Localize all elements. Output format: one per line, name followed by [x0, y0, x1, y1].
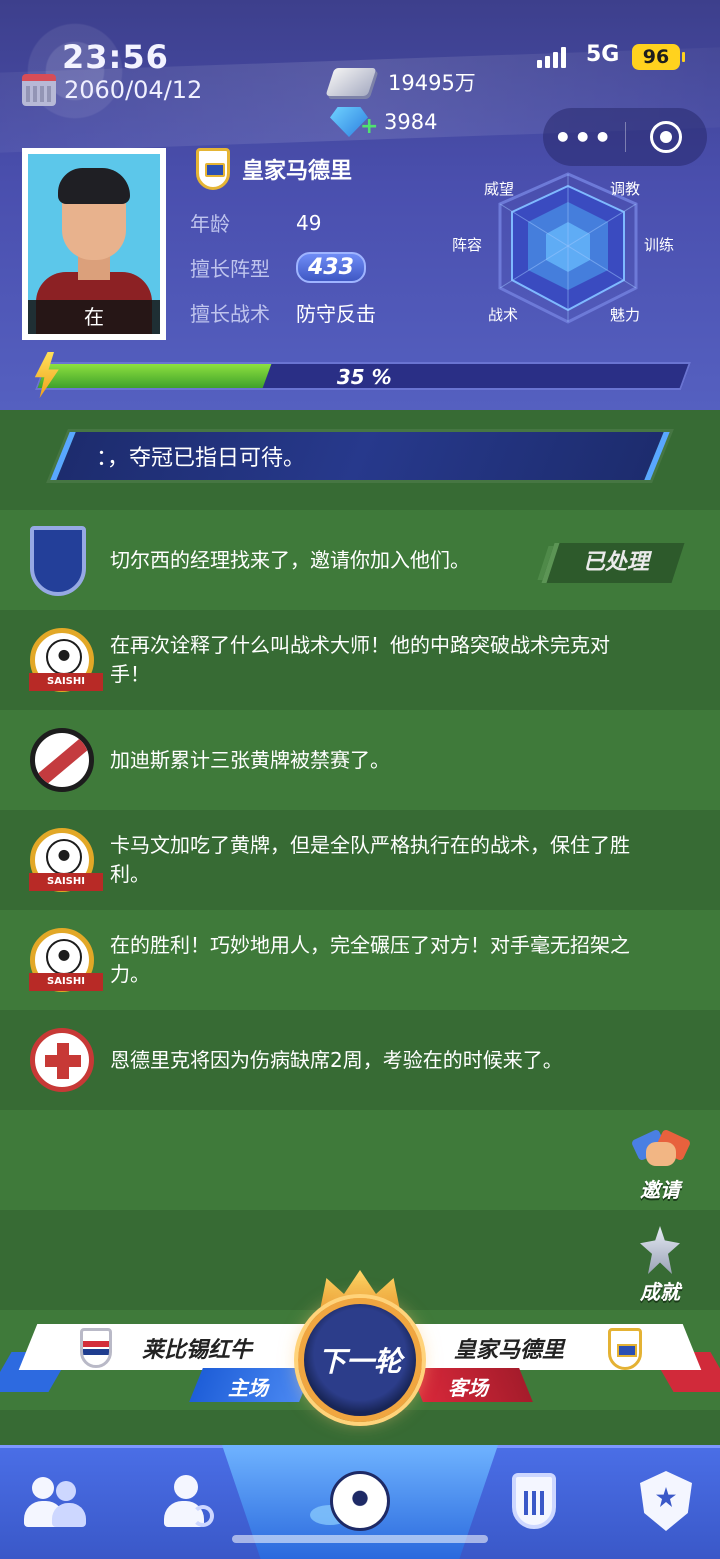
news-text: 加迪斯累计三张黄牌被禁赛了。 — [110, 747, 390, 772]
news-item[interactable]: SAISHI 在的胜利！巧妙地用人，完全碾压了对方！对手毫无招架之力。 — [0, 910, 720, 1010]
news-icon-container: SAISHI — [29, 928, 103, 996]
news-item[interactable]: SAISHI 卡马文加吃了黄牌，但是全队严格执行在的战术，保住了胜利。 — [0, 810, 720, 910]
more-button[interactable]: ••• — [543, 121, 625, 154]
away-team-crest-icon — [608, 1328, 642, 1370]
away-tag: 客场 — [448, 1376, 488, 1400]
trophy-star-icon — [628, 1226, 692, 1276]
news-icon-container: SAISHI — [29, 628, 103, 696]
tactic-label: 擅长战术 — [190, 302, 270, 326]
invite-button[interactable]: 邀请 — [620, 1124, 700, 1203]
achievement-label: 成就 — [640, 1280, 680, 1304]
team-crest-icon — [196, 148, 230, 190]
staff-tab-icon[interactable] — [148, 1465, 228, 1545]
avatar-name: 在 — [28, 300, 160, 334]
soccer-badge-icon: SAISHI — [29, 928, 103, 992]
news-item[interactable]: 恩德里克将因为伤病缺席2周，考验在的时候来了。 — [0, 1010, 720, 1110]
team-row: 皇家马德里 — [196, 148, 352, 190]
radar-label-prestige: 威望 — [484, 180, 515, 198]
next-round-label[interactable]: 下一轮 — [298, 1340, 422, 1380]
handshake-icon — [628, 1124, 692, 1174]
radar-label-lineup: 阵容 — [452, 236, 483, 254]
battery-level: 96 — [632, 44, 685, 70]
game-date: 2060/04/12 — [64, 76, 203, 104]
avatar-portrait: 在 — [28, 154, 160, 334]
medical-cross-icon — [30, 1028, 94, 1092]
saishi-ribbon: SAISHI — [29, 873, 103, 891]
headline-text: ：，夺冠已指日可待。 — [96, 446, 306, 471]
news-icon-container: SAISHI — [29, 828, 103, 896]
age-label: 年龄 — [190, 212, 230, 236]
money-value: 19495万 — [388, 71, 476, 95]
news-text: 卡马文加吃了黄牌，但是全队严格执行在的战术，保住了胜利。 — [110, 833, 630, 886]
gem-value: 3984 — [384, 110, 438, 134]
radar-label-training: 训练 — [644, 236, 675, 254]
money-row: 19495万 — [325, 62, 476, 102]
achievement-button[interactable]: 成就 — [620, 1226, 700, 1305]
soccer-badge-icon: SAISHI — [29, 828, 103, 892]
squad-tab-icon[interactable] — [16, 1465, 96, 1545]
radar-label-coaching: 调教 — [610, 180, 641, 198]
radar-label-tactics: 战术 — [488, 306, 519, 324]
formation-row: 擅长阵型 433 — [190, 252, 366, 283]
invite-label: 邀请 — [640, 1178, 680, 1202]
tactic-row: 擅长战术 防守反击 — [190, 298, 376, 327]
tactic-value: 防守反击 — [296, 302, 376, 326]
honor-tab-icon[interactable] — [626, 1465, 706, 1545]
news-item[interactable]: SAISHI 在再次诠释了什么叫战术大师！他的中路突破战术完克对手！ — [0, 610, 720, 710]
news-icon-container — [30, 1028, 98, 1096]
age-value: 49 — [296, 210, 322, 235]
avatar-hair — [58, 168, 130, 204]
formation-badge: 433 — [296, 252, 366, 283]
date-row: 2060/04/12 — [22, 74, 202, 106]
network-type: 5G — [586, 42, 620, 67]
experience-progress-bar: 35 % — [34, 362, 692, 390]
age-row: 年龄 49 — [190, 208, 321, 237]
currency-panel: 19495万 3984 — [325, 62, 476, 142]
close-target-button[interactable] — [626, 121, 708, 153]
shield-icon — [30, 526, 86, 596]
calendar-icon — [22, 74, 56, 106]
ban-icon — [30, 728, 94, 792]
news-text: 在再次诠释了什么叫战术大师！他的中路突破战术完克对手！ — [110, 633, 610, 686]
news-text: 在的胜利！巧妙地用人，完全碾压了对方！对手毫无招架之力。 — [110, 933, 630, 986]
mini-program-capsule: ••• — [543, 108, 707, 166]
saishi-ribbon: SAISHI — [29, 673, 103, 691]
team-name: 皇家马德里 — [242, 159, 353, 184]
money-icon — [325, 68, 377, 96]
news-icon-container — [30, 728, 98, 796]
target-icon — [650, 121, 683, 153]
gem-row[interactable]: 3984 — [330, 102, 476, 142]
radar-label-charm: 魅力 — [610, 306, 641, 324]
ability-radar[interactable]: 威望 调教 阵容 训练 战术 魅力 — [448, 168, 688, 328]
home-team-name: 莱比锡红牛 — [142, 1338, 253, 1363]
saishi-ribbon: SAISHI — [29, 973, 103, 991]
news-text: 切尔西的经理找来了，邀请你加入他们。 — [110, 547, 470, 572]
handled-button[interactable]: 已处理 — [548, 543, 684, 583]
club-tab-icon[interactable] — [494, 1465, 574, 1545]
signal-icon — [537, 46, 566, 68]
news-icon-container — [30, 526, 98, 596]
news-text: 恩德里克将因为伤病缺席2周，考验在的时候来了。 — [110, 1047, 563, 1072]
soccer-badge-icon: SAISHI — [29, 628, 103, 692]
home-indicator — [232, 1535, 488, 1543]
home-tag: 主场 — [228, 1376, 268, 1400]
progress-text: 35 % — [336, 365, 392, 389]
news-item[interactable]: 加迪斯累计三张黄牌被禁赛了。 — [0, 710, 720, 810]
home-team-crest-icon — [80, 1328, 112, 1368]
away-team-name: 皇家马德里 — [454, 1338, 565, 1363]
manager-avatar[interactable]: 在 — [22, 148, 166, 340]
formation-label: 擅长阵型 — [190, 257, 270, 281]
match-tab-icon[interactable] — [310, 1465, 400, 1545]
add-gem-icon[interactable]: + — [360, 116, 378, 138]
status-time: 23:56 — [62, 38, 169, 76]
